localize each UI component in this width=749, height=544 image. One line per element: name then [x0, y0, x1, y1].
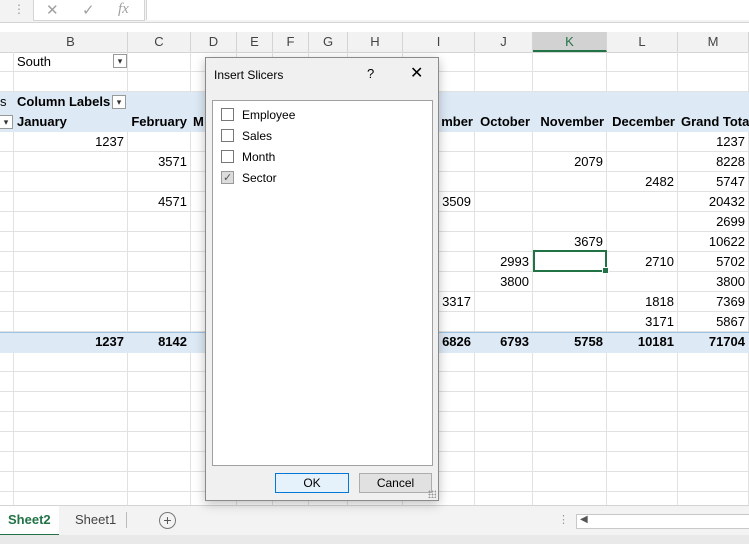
header-march-fragment: M: [193, 114, 204, 129]
value-cell[interactable]: 2993: [475, 252, 529, 272]
sales-checkbox[interactable]: [221, 129, 234, 142]
split-handle-icon[interactable]: ⋮: [558, 513, 569, 526]
column-labels-header: Column Labels: [17, 94, 111, 109]
column-headers: BCDEFGHIJKLM: [0, 32, 749, 53]
insert-slicers-dialog: Insert Slicers ? ✕ Employee Sales Month …: [205, 57, 439, 501]
field-label: Sales: [242, 129, 273, 143]
resize-grip-icon[interactable]: [428, 490, 436, 498]
sheet-tab-bar: Sheet2 Sheet1 + ⋮ ◀: [0, 505, 749, 537]
column-header-I[interactable]: I: [403, 32, 475, 52]
grip-icon: ⋮: [13, 2, 25, 16]
active-cell-K[interactable]: [533, 250, 609, 274]
dialog-title: Insert Slicers: [214, 68, 284, 82]
row-labels-dropdown[interactable]: ▾: [0, 115, 13, 129]
formula-input[interactable]: [146, 0, 749, 20]
column-labels-dropdown[interactable]: ▾: [112, 95, 126, 109]
formula-bar-buttons: ✕ ✓ fx: [33, 0, 145, 21]
header-grand-total: Grand Tota: [681, 114, 749, 129]
value-cell[interactable]: 5702: [678, 252, 745, 272]
value-cell[interactable]: 3800: [475, 272, 529, 292]
cancel-button[interactable]: Cancel: [359, 473, 432, 493]
help-icon[interactable]: ?: [367, 66, 374, 81]
slicer-field-list: Employee Sales Month Sector: [212, 100, 433, 466]
column-header-B[interactable]: B: [14, 32, 128, 52]
value-cell[interactable]: 1237: [14, 132, 124, 152]
horizontal-scrollbar[interactable]: ◀: [576, 514, 749, 529]
column-header-C[interactable]: C: [128, 32, 191, 52]
column-header-K[interactable]: K: [533, 32, 607, 52]
status-bar: [0, 535, 749, 544]
tab-sheet2[interactable]: Sheet2: [0, 506, 59, 537]
value-cell[interactable]: 8228: [678, 152, 745, 172]
month-checkbox[interactable]: [221, 150, 234, 163]
sector-checkbox[interactable]: [221, 169, 234, 187]
tab-sheet1[interactable]: Sheet1: [67, 506, 124, 534]
close-icon[interactable]: ✕: [410, 63, 423, 83]
formula-bar: ⋮ ✕ ✓ fx: [0, 0, 749, 23]
field-label: Employee: [242, 108, 296, 122]
column-header-G[interactable]: G: [309, 32, 348, 52]
cancel-icon[interactable]: ✕: [46, 1, 59, 19]
header-january: January: [17, 114, 67, 129]
value-cell[interactable]: 1818: [607, 292, 674, 312]
enter-icon[interactable]: ✓: [82, 1, 95, 19]
field-month[interactable]: Month: [221, 148, 275, 166]
value-cell[interactable]: 2710: [607, 252, 674, 272]
value-cell[interactable]: 20432: [678, 192, 745, 212]
value-cell[interactable]: 3679: [533, 232, 603, 252]
column-header-E[interactable]: E: [237, 32, 273, 52]
employee-checkbox[interactable]: [221, 108, 234, 121]
ok-button[interactable]: OK: [275, 473, 349, 493]
field-sector[interactable]: Sector: [221, 169, 277, 187]
total-cell[interactable]: 1237: [14, 332, 124, 352]
filter-applied-icon[interactable]: ▾: [113, 54, 127, 68]
value-cell[interactable]: 2699: [678, 212, 745, 232]
column-header-M[interactable]: M: [678, 32, 749, 52]
header-november: November: [540, 114, 604, 129]
column-header-L[interactable]: L: [607, 32, 678, 52]
row-labels-fragment: s: [0, 94, 7, 109]
field-employee[interactable]: Employee: [221, 106, 295, 124]
value-cell[interactable]: 2079: [533, 152, 603, 172]
value-cell[interactable]: 7369: [678, 292, 745, 312]
total-cell[interactable]: 6793: [475, 332, 529, 352]
total-cell[interactable]: 71704: [678, 332, 745, 352]
value-cell[interactable]: 5867: [678, 312, 745, 332]
column-header-J[interactable]: J: [475, 32, 533, 52]
total-cell[interactable]: 5758: [533, 332, 603, 352]
value-cell[interactable]: 3571: [128, 152, 187, 172]
value-cell[interactable]: 4571: [128, 192, 187, 212]
field-label: Sector: [242, 171, 277, 185]
value-cell[interactable]: 3171: [607, 312, 674, 332]
filter-value: South: [17, 54, 51, 69]
value-cell[interactable]: 10622: [678, 232, 745, 252]
scroll-left-icon[interactable]: ◀: [580, 514, 588, 525]
column-header-F[interactable]: F: [273, 32, 309, 52]
value-cell[interactable]: 5747: [678, 172, 745, 192]
tab-divider: [126, 512, 127, 528]
field-label: Month: [242, 150, 276, 164]
total-cell[interactable]: 10181: [607, 332, 674, 352]
add-sheet-icon[interactable]: +: [159, 512, 176, 529]
value-cell[interactable]: 3800: [678, 272, 745, 292]
function-icon[interactable]: fx: [118, 1, 129, 18]
header-february: February: [131, 114, 187, 129]
header-october: October: [480, 114, 530, 129]
column-header-H[interactable]: H: [348, 32, 403, 52]
total-cell[interactable]: 8142: [128, 332, 187, 352]
value-cell[interactable]: 2482: [607, 172, 674, 192]
field-sales[interactable]: Sales: [221, 127, 272, 145]
column-header-D[interactable]: D: [191, 32, 237, 52]
value-cell[interactable]: 1237: [678, 132, 745, 152]
header-december: December: [612, 114, 675, 129]
